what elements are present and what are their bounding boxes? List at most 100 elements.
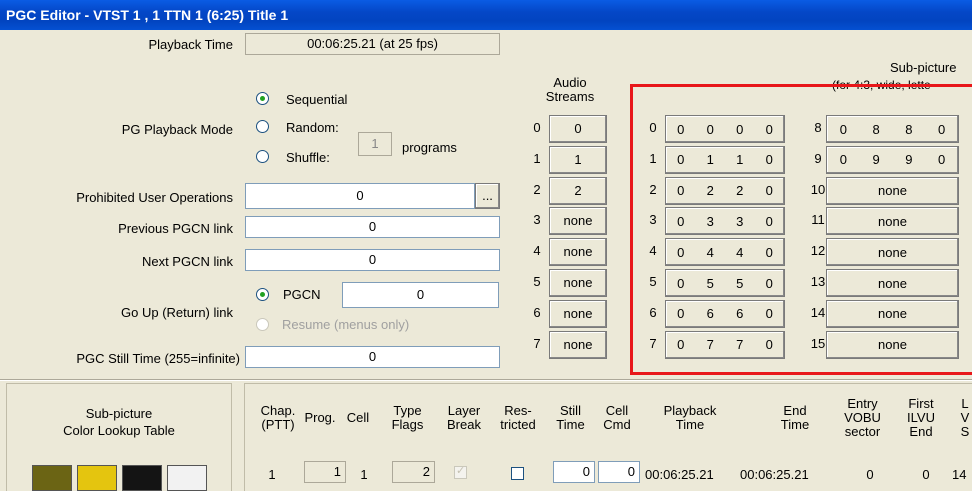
audio-stream-button[interactable]: none <box>549 299 607 328</box>
audio-stream-button[interactable]: 0 <box>549 115 607 143</box>
clut-color-swatch[interactable] <box>32 465 72 491</box>
subpicture-stream-index: 1 <box>649 150 657 166</box>
subpicture-stream-value: 0 <box>765 213 773 229</box>
clut-color-swatch[interactable] <box>122 465 162 491</box>
prohibited-ops-field[interactable]: 0 <box>245 183 475 209</box>
cell-still-time-field[interactable]: 0 <box>553 461 595 483</box>
subpicture-stream-value: none <box>878 306 907 322</box>
subpicture-stream-value: 4 <box>736 244 744 260</box>
sequential-label[interactable]: Sequential <box>286 92 347 107</box>
audio-stream-button[interactable]: 2 <box>549 176 607 205</box>
subpicture-stream-button[interactable]: 0 7 7 0 <box>665 330 785 359</box>
go-up-resume-radio[interactable] <box>256 318 269 331</box>
cell-cmd-field[interactable]: 0 <box>598 461 640 483</box>
random-radio[interactable] <box>256 120 269 133</box>
subpicture-stream-button[interactable]: 0 4 4 0 <box>665 238 785 267</box>
subpicture-stream-value: none <box>878 183 907 199</box>
subpicture-stream-button[interactable]: none <box>826 269 959 297</box>
cell-column-header: Still Time <box>556 403 585 432</box>
subpicture-stream-index: 5 <box>649 274 657 289</box>
audio-stream-button[interactable]: none <box>549 238 607 267</box>
window-title: PGC Editor - VTST 1 , 1 TTN 1 (6:25) Tit… <box>0 0 972 30</box>
subpicture-stream-button[interactable]: 0 0 0 0 <box>665 115 785 143</box>
cell-column-header: Entry VOBU sector <box>844 396 881 439</box>
clut-color-swatch[interactable] <box>77 465 117 491</box>
subpicture-stream-button[interactable]: none <box>826 207 959 236</box>
subpicture-stream-index: 3 <box>649 212 657 228</box>
audio-stream-button[interactable]: none <box>549 330 607 359</box>
subpicture-stream-button[interactable]: 0 3 3 0 <box>665 207 785 236</box>
cell-column-header: Playback Time <box>663 403 717 432</box>
prev-pgcn-field[interactable]: 0 <box>245 216 500 238</box>
subpicture-stream-value: 3 <box>736 213 744 229</box>
subpicture-stream-value: 0 <box>706 121 714 137</box>
subpicture-stream-button[interactable]: none <box>826 176 959 205</box>
subpicture-stream-index: 9 <box>814 150 822 166</box>
subpicture-stream-button[interactable]: 0 9 9 0 <box>826 145 959 174</box>
cell-first-ilvu: 0 <box>922 467 930 482</box>
subpicture-stream-value: 0 <box>839 152 847 168</box>
subpicture-stream-button[interactable]: none <box>826 299 959 328</box>
subpicture-stream-value: 8 <box>905 121 913 137</box>
subpicture-stream-index: 2 <box>649 181 657 197</box>
subpicture-stream-value: 7 <box>706 337 714 353</box>
subpicture-stream-index: 4 <box>649 243 657 259</box>
subpicture-stream-index: 11 <box>811 212 825 228</box>
clut-color-swatch[interactable] <box>167 465 207 491</box>
go-up-pgcn-label[interactable]: PGCN <box>283 287 321 302</box>
subpicture-stream-value: 6 <box>736 306 744 322</box>
subpicture-stream-value: 0 <box>677 152 685 168</box>
subpicture-stream-value: 7 <box>736 337 744 353</box>
layer-break-checkbox[interactable]: ✓ <box>454 465 467 479</box>
subpicture-stream-button[interactable]: none <box>826 330 959 359</box>
pgc-still-time-label: PGC Still Time (255=infinite) <box>76 351 240 366</box>
cell-type-field: 2 <box>392 461 435 483</box>
go-up-pgcn-radio[interactable] <box>256 288 269 301</box>
go-up-pgcn-field[interactable]: 0 <box>342 282 499 308</box>
subpicture-stream-index: 7 <box>649 335 657 351</box>
shuffle-label[interactable]: Shuffle: <box>286 150 330 165</box>
audio-stream-index: 3 <box>533 212 541 228</box>
subpicture-stream-button[interactable]: 0 1 1 0 <box>665 145 785 174</box>
subpicture-stream-button[interactable]: 0 6 6 0 <box>665 299 785 328</box>
subpicture-stream-value: 0 <box>938 152 946 168</box>
subpicture-stream-value: 1 <box>736 152 744 168</box>
subpicture-stream-value: 1 <box>706 152 714 168</box>
subpicture-stream-value: 9 <box>872 152 880 168</box>
subpicture-stream-value: 0 <box>938 121 946 137</box>
programs-label: programs <box>402 140 457 155</box>
clut-title: Sub-picture Color Lookup Table <box>63 406 175 438</box>
cell-column-header: Cell <box>346 410 370 425</box>
subpicture-stream-value: 2 <box>736 183 744 199</box>
audio-stream-button[interactable]: none <box>549 207 607 236</box>
subpicture-stream-button[interactable]: none <box>826 238 959 267</box>
shuffle-radio[interactable] <box>256 150 269 163</box>
sequential-radio[interactable] <box>256 92 269 105</box>
audio-stream-button[interactable]: none <box>549 269 607 297</box>
subpicture-stream-button[interactable]: 0 2 2 0 <box>665 176 785 205</box>
subpicture-stream-index: 14 <box>810 304 826 320</box>
pgc-still-time-field[interactable]: 0 <box>245 346 500 368</box>
subpicture-stream-value: 0 <box>765 337 773 353</box>
subpicture-stream-value: 0 <box>765 306 773 322</box>
cell-column-header: Res-tricted <box>500 403 536 432</box>
bottom-divider <box>0 379 972 381</box>
audio-stream-index: 7 <box>533 335 541 351</box>
next-pgcn-field[interactable]: 0 <box>245 249 500 271</box>
audio-stream-button[interactable]: 1 <box>549 145 607 174</box>
cell-entry-vobu: 0 <box>866 467 874 482</box>
subpicture-stream-button[interactable]: 0 5 5 0 <box>665 269 785 297</box>
restricted-checkbox[interactable] <box>511 467 524 480</box>
audio-stream-index: 6 <box>533 304 541 320</box>
cell-column-header: Prog. <box>304 410 336 425</box>
subpicture-stream-value: 4 <box>706 244 714 260</box>
subpicture-stream-index: 0 <box>649 120 657 135</box>
prohibited-ops-browse-button[interactable]: ... <box>475 183 500 209</box>
subpicture-stream-value: 0 <box>765 244 773 260</box>
random-label[interactable]: Random: <box>286 120 339 135</box>
go-up-resume-label[interactable]: Resume (menus only) <box>282 317 409 332</box>
subpicture-stream-value: 0 <box>677 121 685 137</box>
subpicture-stream-value: 0 <box>677 275 685 291</box>
subpicture-stream-button[interactable]: 0 8 8 0 <box>826 115 959 143</box>
cell-column-header: Layer Break <box>447 403 481 432</box>
